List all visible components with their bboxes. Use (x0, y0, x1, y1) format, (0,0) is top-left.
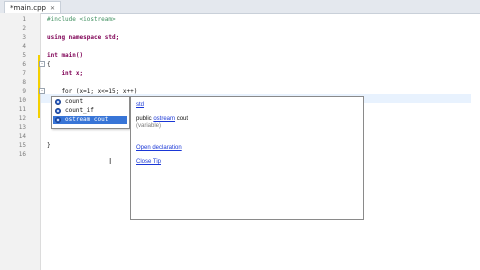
code-line: 3 using namespace std; (0, 33, 480, 42)
autocomplete-item-label: count (65, 98, 84, 105)
variable-icon (55, 117, 61, 123)
line-number: 8 (22, 79, 26, 86)
autocomplete-popup[interactable]: count count_if ostream cout (51, 96, 130, 129)
line-number: 3 (22, 34, 26, 41)
line-code: using namespace std; (47, 34, 120, 41)
autocomplete-item-selected[interactable]: ostream cout (53, 116, 127, 124)
line-number: 6 (22, 61, 26, 68)
text-cursor-icon: I (109, 157, 112, 166)
editor-tab-bar: *main.cpp ✕ (0, 0, 480, 14)
code-line: 7 int x; (0, 69, 480, 78)
type-link[interactable]: ostream (153, 116, 175, 122)
fold-toggle-icon[interactable]: - (39, 88, 45, 94)
line-code: int main() (47, 52, 84, 59)
documentation-tooltip: std public ostream cout (variable) Open … (130, 96, 364, 220)
declaration-prefix: public (136, 116, 154, 122)
code-line: 9 - for (x=1; x<=15; x++) (0, 87, 480, 96)
code-line: 1 #include <iostream> (0, 15, 480, 24)
line-number: 9 (22, 88, 26, 95)
line-number: 10 (18, 97, 26, 104)
line-code: { (47, 61, 51, 68)
line-code: #include <iostream> (47, 16, 116, 23)
line-number: 12 (18, 115, 26, 122)
line-number: 13 (18, 124, 26, 131)
line-number: 16 (18, 151, 26, 158)
code-line: 5 int main() (0, 51, 480, 60)
code-line: 8 (0, 78, 480, 87)
declaration-name: cout (175, 116, 189, 122)
autocomplete-item[interactable]: count (53, 98, 127, 106)
line-code: } (47, 142, 51, 149)
line-code: int x; (47, 70, 84, 77)
line-number: 15 (18, 142, 26, 149)
namespace-link[interactable]: std (136, 102, 144, 108)
line-number: 14 (18, 133, 26, 140)
close-tip-link[interactable]: Close Tip (136, 159, 161, 165)
autocomplete-item-label: count_if (65, 107, 94, 114)
line-number: 5 (22, 52, 26, 59)
line-number: 11 (18, 106, 26, 113)
line-number: 1 (22, 16, 26, 23)
tab-label: *main.cpp (10, 4, 46, 12)
code-line: 6 -{ (0, 60, 480, 69)
declaration: public ostream cout (136, 116, 188, 122)
autocomplete-item-label: ostream cout (65, 116, 109, 123)
line-number: 7 (22, 70, 26, 77)
autocomplete-item[interactable]: count_if (53, 107, 127, 115)
declaration-kind: (variable) (136, 123, 162, 129)
code-line: 2 (0, 24, 480, 33)
line-code: for (x=1; x<=15; x++) (47, 88, 138, 95)
variable-icon (55, 108, 61, 114)
tab-main-cpp[interactable]: *main.cpp ✕ (4, 1, 61, 13)
line-number: 4 (22, 43, 26, 50)
open-declaration-link[interactable]: Open declaration (136, 145, 182, 151)
close-icon[interactable]: ✕ (50, 5, 55, 12)
line-number: 2 (22, 25, 26, 32)
code-line: 4 (0, 42, 480, 51)
variable-icon (55, 99, 61, 105)
fold-toggle-icon[interactable]: - (39, 61, 45, 67)
